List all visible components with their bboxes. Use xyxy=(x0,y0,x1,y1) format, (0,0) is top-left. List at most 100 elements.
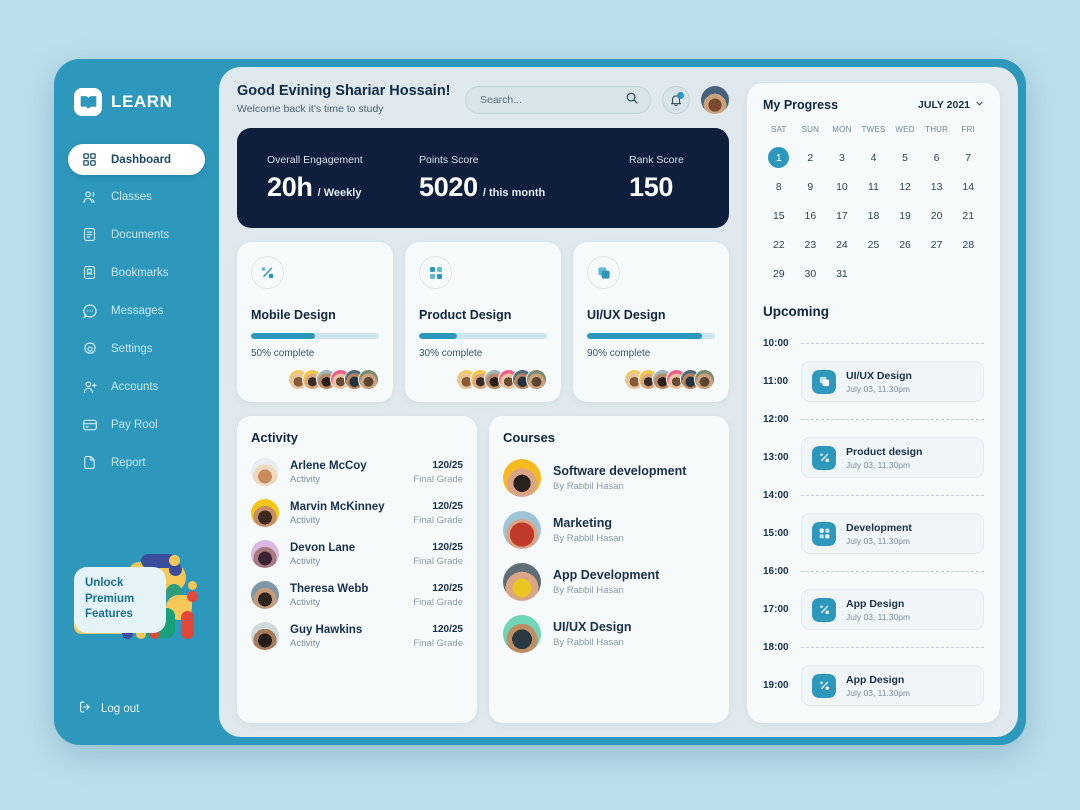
calendar-day[interactable]: 31 xyxy=(826,259,858,288)
brand-name: LEARN xyxy=(111,92,173,111)
calendar-day[interactable]: 2 xyxy=(795,143,827,172)
activity-row[interactable]: Theresa Webb Activity 120/25 Final Grade xyxy=(251,581,463,609)
timeline-event[interactable]: UI/UX Design July 03, 11.30pm xyxy=(801,361,984,402)
event-name: App Design xyxy=(846,673,905,686)
calendar-day[interactable]: 22 xyxy=(763,230,795,259)
course-card-mobile-design[interactable]: Mobile Design 50% complete xyxy=(237,242,393,402)
course-author: By Rabbil Hasan xyxy=(553,533,624,544)
calendar-day[interactable]: 13 xyxy=(921,172,953,201)
search-box[interactable] xyxy=(465,86,651,114)
search-input[interactable] xyxy=(480,94,625,106)
calendar-day[interactable]: 29 xyxy=(763,259,795,288)
calendar-day[interactable]: 5 xyxy=(889,143,921,172)
course-row[interactable]: Marketing By Rabbil Hasan xyxy=(503,511,715,549)
sidebar-item-documents[interactable]: Documents xyxy=(68,219,205,250)
sidebar-item-bookmarks[interactable]: Bookmarks xyxy=(68,257,205,288)
sidebar-item-messages[interactable]: Messages xyxy=(68,295,205,326)
calendar-day[interactable]: 14 xyxy=(952,172,984,201)
timeline-divider xyxy=(801,647,984,648)
timeline-event[interactable]: App Design July 03, 11.30pm xyxy=(801,589,984,630)
activity-name: Marvin McKinney xyxy=(290,500,385,513)
calendar-day[interactable]: 27 xyxy=(921,230,953,259)
calendar-dow: SAT xyxy=(770,125,787,134)
notifications-button[interactable] xyxy=(662,86,690,114)
course-name: App Development xyxy=(553,568,660,582)
calendar-day[interactable]: 18 xyxy=(858,201,890,230)
brand-logo[interactable]: LEARN xyxy=(54,79,219,116)
timeline-divider xyxy=(801,419,984,420)
activity-row[interactable]: Marvin McKinney Activity 120/25 Final Gr… xyxy=(251,499,463,527)
timeline-slot: 17:00 App Design July 03, 11.30pm xyxy=(763,586,984,633)
sidebar-item-pay-rool[interactable]: Pay Rool xyxy=(68,409,205,440)
calendar-day[interactable]: 17 xyxy=(826,201,858,230)
course-row[interactable]: App Development By Rabbil Hasan xyxy=(503,563,715,601)
progress-bar xyxy=(419,333,547,339)
timeline-slot: 14:00 xyxy=(763,481,984,510)
calendar-day[interactable]: 10 xyxy=(826,172,858,201)
timeline-slot: 18:00 xyxy=(763,633,984,662)
timeline-event[interactable]: App Design July 03, 11.30pm xyxy=(801,665,984,706)
avatar xyxy=(251,458,279,486)
course-progress-cards: Mobile Design 50% complete Product Desig… xyxy=(237,242,729,402)
calendar-dow: THUR xyxy=(925,125,949,134)
sidebar-item-label: Pay Rool xyxy=(111,418,158,431)
timeline-event[interactable]: Product design July 03, 11.30pm xyxy=(801,437,984,478)
activity-name: Guy Hawkins xyxy=(290,623,363,636)
calendar-day[interactable]: 19 xyxy=(889,201,921,230)
activity-row[interactable]: Devon Lane Activity 120/25 Final Grade xyxy=(251,540,463,568)
sidebar-item-label: Classes xyxy=(111,190,152,203)
month-selector[interactable]: JULY 2021 xyxy=(918,99,984,111)
timeline-divider xyxy=(801,571,984,572)
timeline-time: 18:00 xyxy=(763,642,789,653)
page-header: Good Evining Shariar Hossain! Welcome ba… xyxy=(237,83,729,115)
calendar-day[interactable]: 12 xyxy=(889,172,921,201)
calendar-day[interactable]: 24 xyxy=(826,230,858,259)
calendar-day[interactable]: 6 xyxy=(921,143,953,172)
upcoming-timeline: 10:00 11:00 UI/UX Design July 03, 11.30p… xyxy=(763,329,984,709)
search-icon[interactable] xyxy=(625,91,639,110)
course-card-title: Mobile Design xyxy=(251,308,336,322)
calendar-day[interactable]: 3 xyxy=(826,143,858,172)
activity-row[interactable]: Arlene McCoy Activity 120/25 Final Grade xyxy=(251,458,463,486)
stat-overall-engagement: Overall Engagement 20h / Weekly xyxy=(267,154,419,203)
four-squares-icon xyxy=(812,521,836,546)
calendar-day[interactable]: 23 xyxy=(795,230,827,259)
calendar-dow: WED xyxy=(895,125,915,134)
calendar-day[interactable]: 4 xyxy=(858,143,890,172)
stat-unit: / this month xyxy=(482,186,546,199)
sidebar-item-report[interactable]: Report xyxy=(68,447,205,478)
logout-button[interactable]: Log out xyxy=(78,700,139,717)
calendar-day[interactable]: 15 xyxy=(763,201,795,230)
calendar-day[interactable]: 20 xyxy=(921,201,953,230)
calendar-day[interactable]: 30 xyxy=(795,259,827,288)
activity-grade: 120/25 xyxy=(432,459,463,471)
timeline-event[interactable]: Development July 03, 11.30pm xyxy=(801,513,984,554)
calendar-day-selected[interactable]: 1 xyxy=(763,143,795,172)
four-squares-icon xyxy=(419,256,452,289)
calendar-day[interactable]: 21 xyxy=(952,201,984,230)
calendar-day[interactable]: 16 xyxy=(795,201,827,230)
calendar-day[interactable]: 11 xyxy=(858,172,890,201)
promo-line-2: Premium xyxy=(85,592,135,605)
course-card-uiux-design[interactable]: UI/UX Design 90% complete xyxy=(573,242,729,402)
avatar[interactable] xyxy=(701,86,729,114)
sidebar-item-settings[interactable]: Settings xyxy=(68,333,205,364)
avatar xyxy=(251,499,279,527)
course-card-product-design[interactable]: Product Design 30% complete xyxy=(405,242,561,402)
course-row[interactable]: Software development By Rabbil Hasan xyxy=(503,459,715,497)
premium-promo-card[interactable]: Unlock Premium Features xyxy=(66,551,211,661)
activity-row[interactable]: Guy Hawkins Activity 120/25 Final Grade xyxy=(251,622,463,650)
sidebar-item-accounts[interactable]: Accounts xyxy=(68,371,205,402)
course-row[interactable]: UI/UX Design By Rabbil Hasan xyxy=(503,615,715,653)
calendar-day[interactable]: 25 xyxy=(858,230,890,259)
sidebar-item-classes[interactable]: Classes xyxy=(68,181,205,212)
calendar-day[interactable]: 9 xyxy=(795,172,827,201)
calendar-day[interactable]: 8 xyxy=(763,172,795,201)
stat-unit: / Weekly xyxy=(317,186,362,199)
calendar-day[interactable]: 7 xyxy=(952,143,984,172)
calendar-day[interactable]: 28 xyxy=(952,230,984,259)
calendar-days: 1 2 3 4 5 6 7 8 9 10 11 12 13 14 15 16 1… xyxy=(763,143,984,288)
sidebar-item-dashboard[interactable]: Dashboard xyxy=(68,144,205,175)
month-label: JULY 2021 xyxy=(918,99,970,111)
calendar-day[interactable]: 26 xyxy=(889,230,921,259)
